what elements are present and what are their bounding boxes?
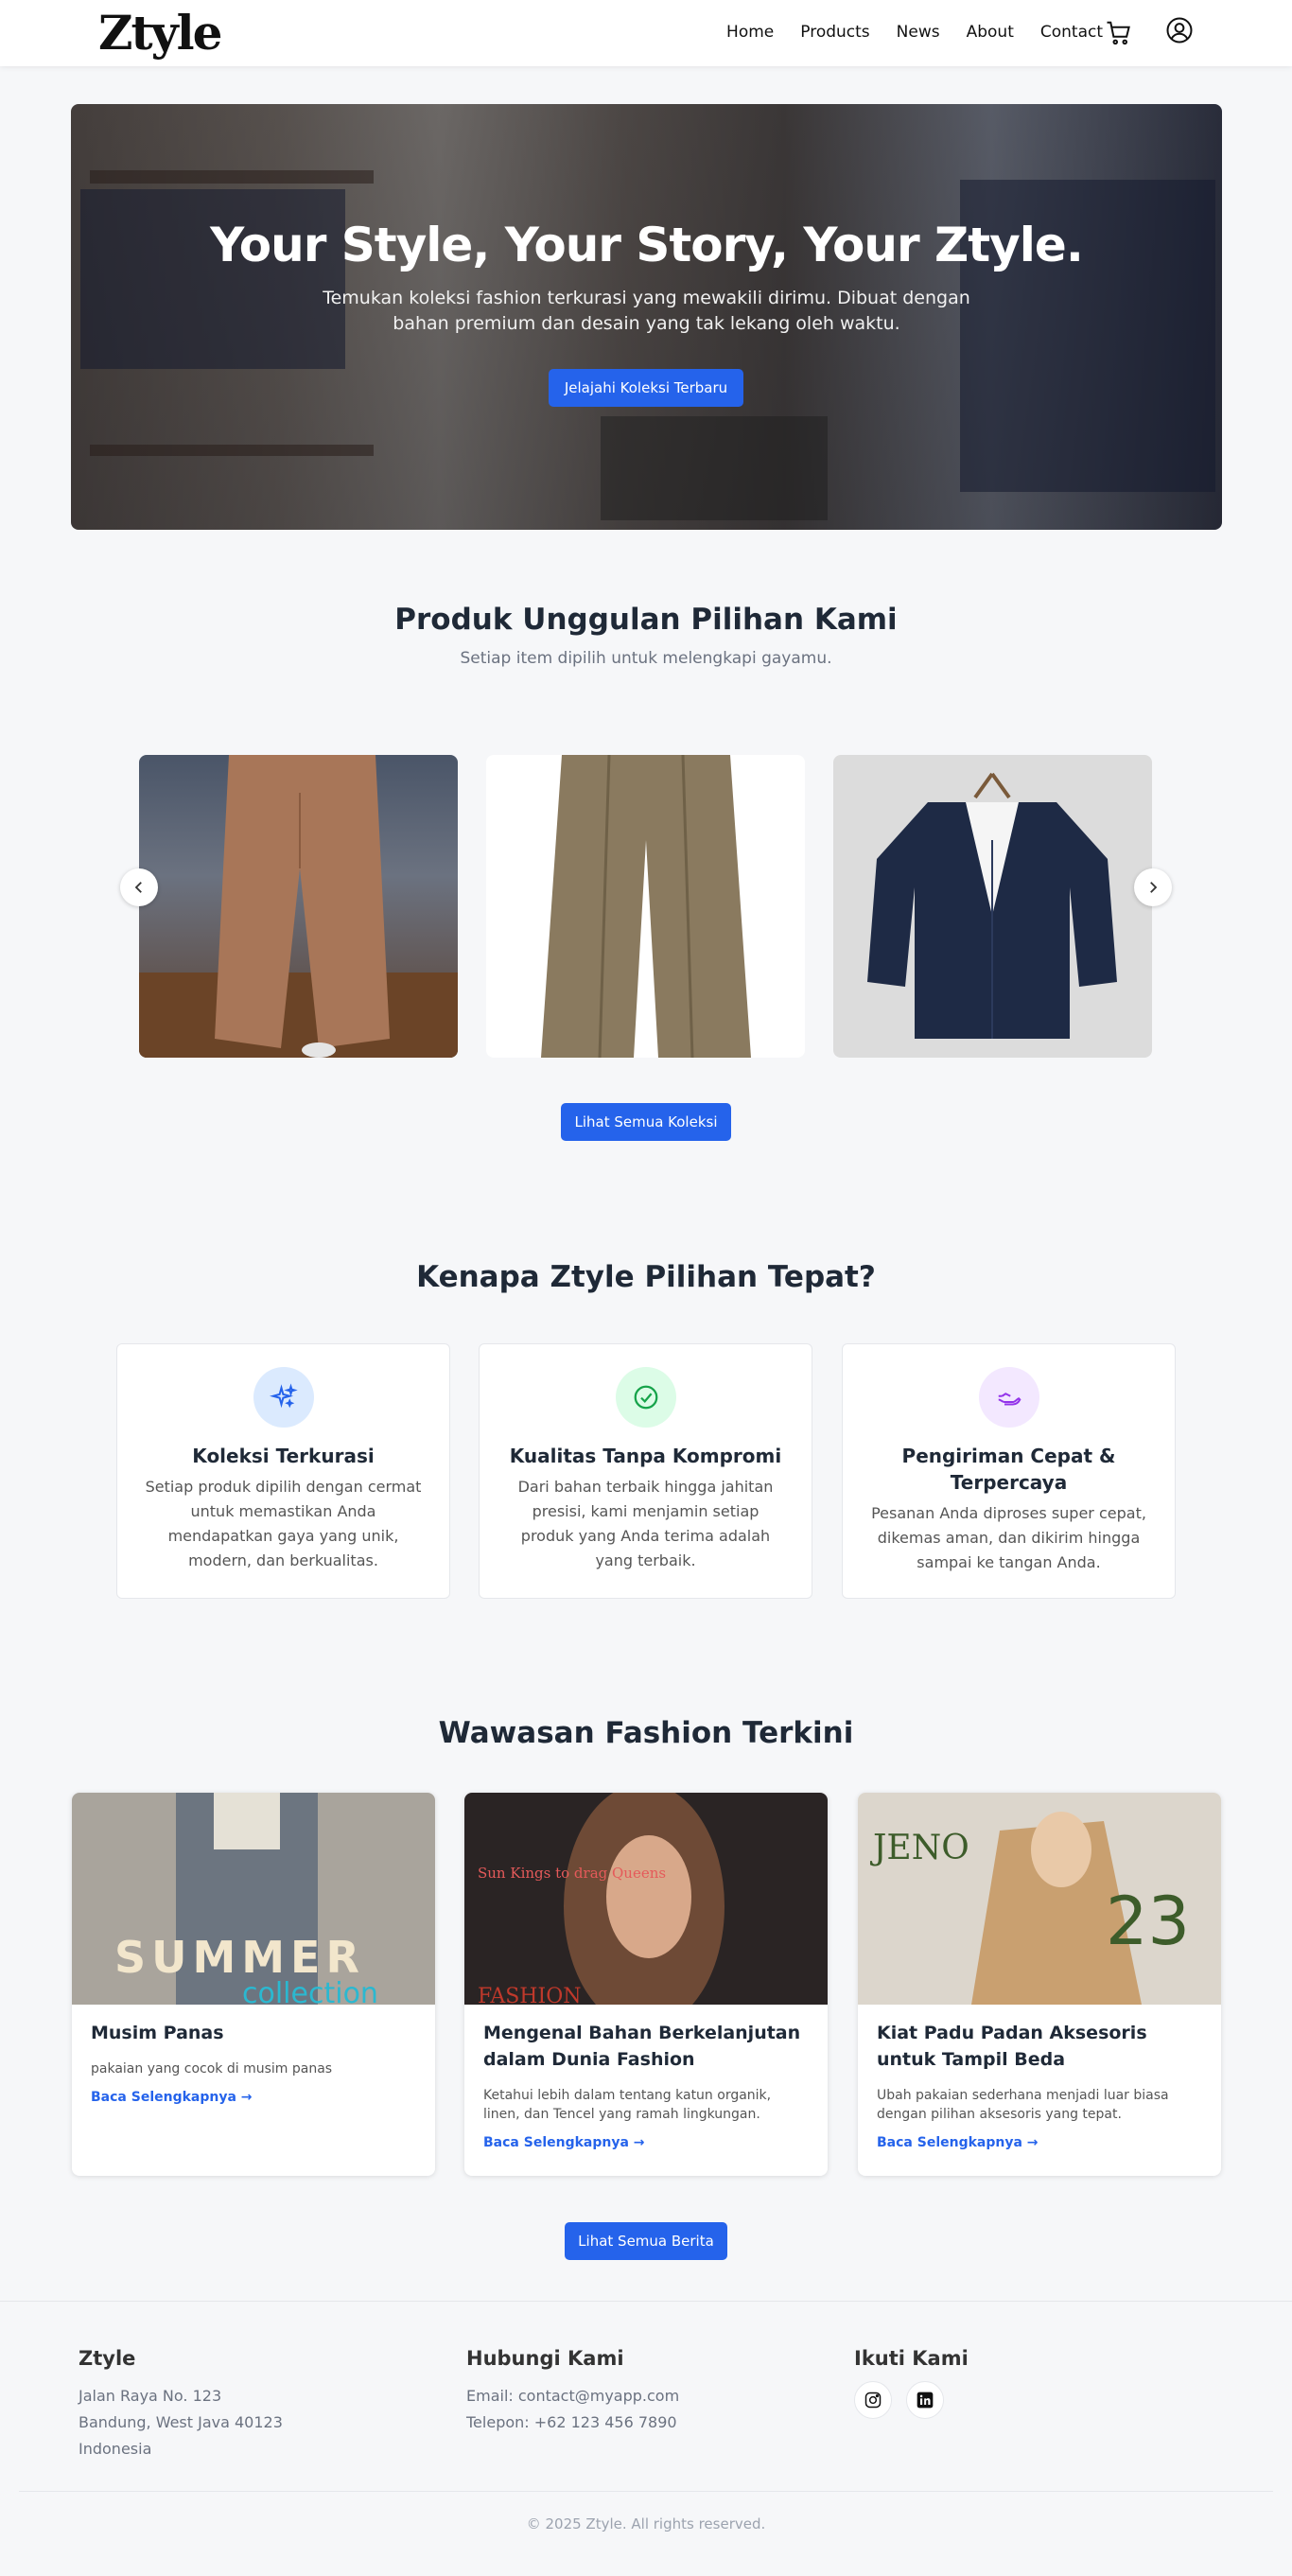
nav-products[interactable]: Products [800,23,869,42]
article-card[interactable]: JENO 23 Kiat Padu Padan Aksesoris untuk … [858,1793,1221,2176]
featured-title: Produk Unggulan Pilihan Kami [394,603,898,637]
chevron-left-icon [134,882,142,893]
hero-title: Your Style, Your Story, Your Ztyle. [210,218,1084,272]
read-more-link[interactable]: Baca Selengkapnya → [483,2135,645,2150]
view-all-collection-button[interactable]: Lihat Semua Koleksi [561,1103,731,1141]
product-card[interactable] [486,755,805,1058]
contact-email[interactable]: Email: contact@myapp.com [466,2383,679,2410]
explore-collection-button[interactable]: Jelajahi Koleksi Terbaru [549,369,743,407]
featured-subtitle: Setiap item dipilih untuk melengkapi gay… [460,649,832,668]
article-title: Musim Panas [91,2023,224,2043]
svg-text:collection: collection [242,1977,378,2005]
svg-text:JENO: JENO [869,1829,969,1867]
clothing-rack-left [80,189,345,369]
feature-description: Setiap produk dipilih dengan cermat untu… [145,1478,422,1569]
nav-links: Home Products News About Contact [726,23,1103,42]
copyright: © 2025 Ztyle. All rights reserved. [526,2515,766,2532]
carousel-next-button[interactable] [1134,868,1172,906]
chevron-right-icon [1150,882,1158,893]
linkedin-button[interactable] [906,2381,944,2419]
contact-title: Hubungi Kami [466,2347,624,2370]
footer-contact: Email: contact@myapp.com Telepon: +62 12… [466,2383,679,2436]
article-description: Ketahui lebih dalam tentang katun organi… [483,2088,772,2122]
feature-card: Kualitas Tanpa Kompromi Dari bahan terba… [479,1343,812,1599]
contact-phone[interactable]: Telepon: +62 123 456 7890 [466,2410,679,2436]
address-line: Bandung, West Java 40123 [79,2413,283,2431]
address-line: Jalan Raya No. 123 [79,2387,222,2405]
footer-divider [19,2491,1273,2492]
hero-subtitle: Temukan koleksi fashion terkurasi yang m… [323,288,970,334]
nav-home[interactable]: Home [726,23,774,42]
feature-icon-wrap [253,1367,314,1428]
hero-banner: Your Style, Your Story, Your Ztyle. Temu… [71,104,1222,530]
article-description: Ubah pakaian sederhana menjadi luar bias… [877,2088,1169,2122]
article-image-jeno-magazine: JENO 23 [858,1793,1221,2005]
product-image-pleated-trousers-olive [541,755,751,1058]
instagram-icon [864,2392,882,2409]
article-image-summer-magazine: SUMMER collection [72,1793,435,2005]
svg-text:FASHION: FASHION [478,1985,581,2005]
view-all-news-button[interactable]: Lihat Semua Berita [565,2222,727,2260]
why-title: Kenapa Ztyle Pilihan Tepat? [416,1260,876,1294]
feature-description: Dari bahan terbaik hingga jahitan presis… [517,1478,774,1569]
feature-icon-wrap [979,1367,1039,1428]
sparkles-icon [270,1383,298,1409]
cart-icon[interactable] [1105,19,1133,47]
feature-description: Pesanan Anda diproses super cepat, dikem… [871,1504,1146,1571]
store-shelf [90,170,374,184]
article-card[interactable]: Sun Kings to drag Queens FASHION Mengena… [464,1793,828,2176]
follow-title: Ikuti Kami [854,2347,969,2370]
address-line: Indonesia [79,2440,152,2458]
instagram-button[interactable] [854,2381,892,2419]
nav-contact[interactable]: Contact [1040,23,1103,42]
read-more-link[interactable]: Baca Selengkapnya → [91,2090,253,2105]
product-image-wide-pants-brown [139,755,458,1058]
article-description: pakaian yang cocok di musim panas [91,2061,333,2077]
carousel-prev-button[interactable] [120,868,158,906]
svg-text:SUMMER: SUMMER [114,1932,365,1983]
feature-card: Koleksi Terkurasi Setiap produk dipilih … [116,1343,450,1599]
footer-brand: Ztyle [79,2347,136,2370]
feature-icon-wrap [616,1367,676,1428]
nav-about[interactable]: About [967,23,1014,42]
delivery-icon [998,1393,1021,1406]
article-title: Kiat Padu Padan Aksesoris untuk Tampil B… [877,2023,1147,2070]
article-title: Mengenal Bahan Berkelanjutan dalam Dunia… [483,2023,801,2070]
product-card[interactable] [139,755,458,1058]
svg-text:23: 23 [1106,1883,1190,1960]
footer: Ztyle Jalan Raya No. 123 Bandung, West J… [0,2301,1292,2576]
display-table [601,416,828,520]
news-title: Wawasan Fashion Terkini [438,1716,854,1750]
article-image-fashion-magazine: Sun Kings to drag Queens FASHION [464,1793,828,2005]
article-card[interactable]: SUMMER collection Musim Panas pakaian ya… [72,1793,435,2176]
nav-news[interactable]: News [897,23,940,42]
feature-title: Kualitas Tanpa Kompromi [509,1445,782,1467]
check-circle-icon [634,1385,658,1410]
product-card[interactable] [833,755,1152,1058]
navbar: Ztyle Home Products News About Contact [0,0,1292,66]
feature-title: Koleksi Terkurasi [192,1445,375,1467]
logo[interactable]: Ztyle [98,4,222,62]
feature-card: Pengiriman Cepat & Terpercaya Pesanan An… [842,1343,1176,1599]
feature-title: Pengiriman Cepat & Terpercaya [901,1445,1116,1494]
svg-text:Sun Kings to drag Queens: Sun Kings to drag Queens [478,1865,666,1882]
footer-address: Jalan Raya No. 123 Bandung, West Java 40… [79,2383,283,2462]
user-icon[interactable] [1165,16,1194,44]
read-more-link[interactable]: Baca Selengkapnya → [877,2135,1039,2150]
shoe-shelf [90,445,374,456]
linkedin-icon [917,2392,934,2409]
product-image-navy-shirt [867,772,1117,1039]
